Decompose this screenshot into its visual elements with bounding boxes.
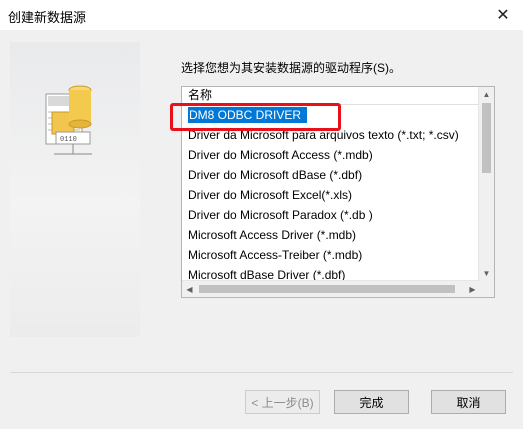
button-divider — [10, 372, 513, 373]
list-item[interactable]: Driver do Microsoft Excel(*.xls) — [182, 185, 480, 205]
annotation-highlight-box — [170, 103, 341, 131]
list-item[interactable]: Driver do Microsoft dBase (*.dbf) — [182, 165, 480, 185]
database-server-icon: 0110 — [45, 85, 92, 155]
title-bar: 创建新数据源 ✕ — [0, 0, 523, 30]
list-item[interactable]: Driver do Microsoft Access (*.mdb) — [182, 145, 480, 165]
scroll-up-icon[interactable]: ▲ — [479, 87, 494, 102]
horizontal-scrollbar[interactable]: ◀ ▶ — [182, 280, 480, 297]
cancel-button[interactable]: 取消 — [431, 390, 506, 414]
scroll-right-icon[interactable]: ▶ — [465, 281, 480, 297]
window-title: 创建新数据源 — [8, 10, 87, 25]
vertical-scroll-thumb[interactable] — [482, 103, 491, 173]
svg-text:0110: 0110 — [60, 136, 77, 144]
list-item[interactable]: Driver do Microsoft Paradox (*.db ) — [182, 205, 480, 225]
list-item[interactable]: Microsoft dBase Driver (*.dbf) — [182, 265, 480, 281]
list-item[interactable]: Microsoft Access-Treiber (*.mdb) — [182, 245, 480, 265]
scroll-left-icon[interactable]: ◀ — [182, 281, 197, 297]
finish-button[interactable]: 完成 — [334, 390, 409, 414]
back-button[interactable]: < 上一步(B) — [245, 390, 320, 414]
list-item[interactable]: Microsoft Access Driver (*.mdb) — [182, 225, 480, 245]
dialog-client: 0110 选择您想为其安装数据源的驱动程序(S)。 名称 DM8 ODBC DR… — [0, 30, 523, 429]
wizard-image: 0110 — [10, 42, 140, 337]
horizontal-scroll-thumb[interactable] — [199, 285, 455, 293]
prompt-label: 选择您想为其安装数据源的驱动程序(S)。 — [181, 61, 401, 75]
scroll-down-icon[interactable]: ▼ — [479, 266, 494, 281]
scrollbar-corner — [479, 281, 494, 297]
vertical-scrollbar[interactable]: ▲ ▼ — [478, 87, 494, 281]
close-icon[interactable]: ✕ — [483, 0, 523, 30]
